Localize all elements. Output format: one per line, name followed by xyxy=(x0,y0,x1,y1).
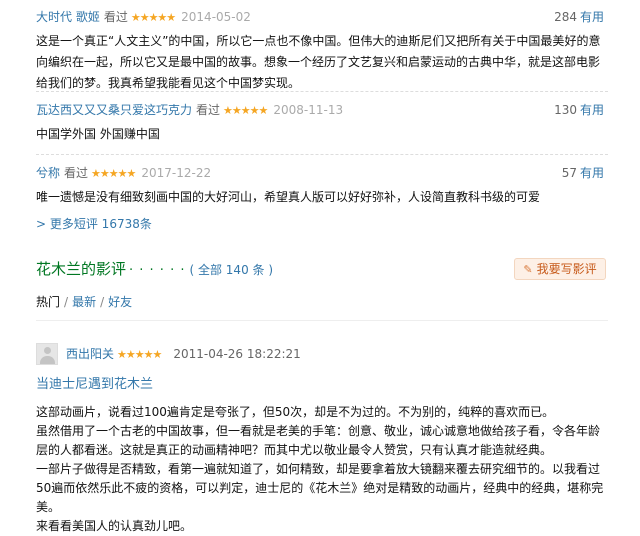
write-review-button[interactable]: ✎ 我要写影评 xyxy=(514,258,606,280)
rating-stars: ★★★★★ xyxy=(117,348,162,361)
comment-time: 2008-11-13 xyxy=(273,103,344,117)
comment-user-link[interactable]: 兮称 xyxy=(36,166,60,180)
comment-header: 大时代 歌姬 看过 ★★★★★ 2014-05-02 284 有用 xyxy=(36,8,608,26)
tab-hot[interactable]: 热门 xyxy=(36,295,60,309)
avatar[interactable] xyxy=(36,343,58,365)
short-comment: 大时代 歌姬 看过 ★★★★★ 2014-05-02 284 有用 这是一个真正“人文主… xyxy=(36,8,608,94)
comment-text: 唯一遗憾是没有细致刻画中国的大好河山，希望真人版可以好好弥补，人设简直教科书级的… xyxy=(36,190,541,204)
tab-separator: / xyxy=(100,295,105,309)
review-paragraph: 这部动画片，说看过100遍肯定是夸张了，但50次，却是不为过的。不为别的，纯粹的… xyxy=(36,405,555,419)
review-paragraph: 虽然借用了一个古老的中国故事，但一看就是老美的手笔：创意、敬业，诚心诚意地做给孩… xyxy=(36,424,601,457)
more-short-comments-link[interactable]: > 更多短评 16738条 xyxy=(36,215,152,232)
all-reviews-link[interactable]: ( 全部 140 条 ) xyxy=(189,263,273,277)
useful-button[interactable]: 有用 xyxy=(580,10,604,24)
vote-number: 57 xyxy=(561,166,577,180)
vote-count: 284 有用 xyxy=(554,8,604,26)
avatar-body-shape xyxy=(40,356,55,364)
comment-header: 兮称 看过 ★★★★★ 2017-12-22 57 有用 xyxy=(36,164,608,182)
title-dots: · · · · · · xyxy=(129,263,186,278)
rating-stars: ★★★★★ xyxy=(91,167,136,180)
review-sort-tabs: 热门 / 最新 / 好友 xyxy=(36,293,132,310)
avatar-head-shape xyxy=(44,347,51,354)
vote-number: 284 xyxy=(554,10,577,24)
divider xyxy=(36,320,608,321)
write-review-label: 我要写影评 xyxy=(536,262,597,276)
review-paragraph: 一部片子做得是否精致，看第一遍就知道了，如何精致，却是要拿着放大镜翻来覆去研究细… xyxy=(36,462,604,514)
rating-stars: ★★★★★ xyxy=(130,11,176,24)
useful-button[interactable]: 有用 xyxy=(580,103,604,117)
comment-user-link[interactable]: 大时代 歌姬 xyxy=(36,10,100,24)
comment-time: 2017-12-22 xyxy=(141,166,212,180)
tab-latest[interactable]: 最新 xyxy=(72,295,96,309)
useful-button[interactable]: 有用 xyxy=(580,166,604,180)
short-comment: 瓦达西又又又桑只爱这巧克力 看过 ★★★★★ 2008-11-13 130 有用 中国学… xyxy=(36,101,608,145)
comment-time: 2014-05-02 xyxy=(181,10,251,24)
vote-count: 57 有用 xyxy=(562,164,604,182)
reviews-title: 花木兰的影评 xyxy=(36,260,127,278)
reviews-section-header: 花木兰的影评 · · · · · ·( 全部 140 条 ) ✎ 我要写影评 xyxy=(36,258,606,280)
comment-header: 瓦达西又又又桑只爱这巧克力 看过 ★★★★★ 2008-11-13 130 有用 xyxy=(36,101,608,119)
pencil-icon: ✎ xyxy=(523,263,533,276)
rating-stars: ★★★★★ xyxy=(223,104,268,117)
watch-status: 看过 xyxy=(196,103,221,117)
short-comment: 兮称 看过 ★★★★★ 2017-12-22 57 有用 唯一遗憾是没有细致刻画中国的大… xyxy=(36,164,608,208)
review-paragraph: 来看看美国人的认真劲儿吧。 xyxy=(36,519,193,533)
review-body: 这部动画片，说看过100遍肯定是夸张了，但50次，却是不为过的。不为别的，纯粹的… xyxy=(36,403,608,536)
vote-number: 130 xyxy=(554,103,577,117)
review-user-link[interactable]: 西出阳关 xyxy=(66,347,114,361)
review-title-link[interactable]: 当迪士尼遇到花木兰 xyxy=(36,373,153,392)
tab-friends[interactable]: 好友 xyxy=(108,295,132,309)
divider xyxy=(36,91,608,92)
vote-count: 130 有用 xyxy=(554,101,604,119)
comment-text: 中国学外国 外国赚中国 xyxy=(36,127,160,141)
watch-status: 看过 xyxy=(103,10,128,24)
watch-status: 看过 xyxy=(64,166,89,180)
comment-text: 这是一个真正“人文主义”的中国，所以它一点也不像中国。但伟大的迪斯尼们又把所有关… xyxy=(36,34,601,90)
tab-separator: / xyxy=(64,295,69,309)
review-header: 西出阳关 ★★★★★ 2011-04-26 18:22:21 xyxy=(66,346,301,363)
review-time: 2011-04-26 18:22:21 xyxy=(173,347,301,361)
divider xyxy=(36,154,608,155)
comment-user-link[interactable]: 瓦达西又又又桑只爱这巧克力 xyxy=(36,103,192,117)
